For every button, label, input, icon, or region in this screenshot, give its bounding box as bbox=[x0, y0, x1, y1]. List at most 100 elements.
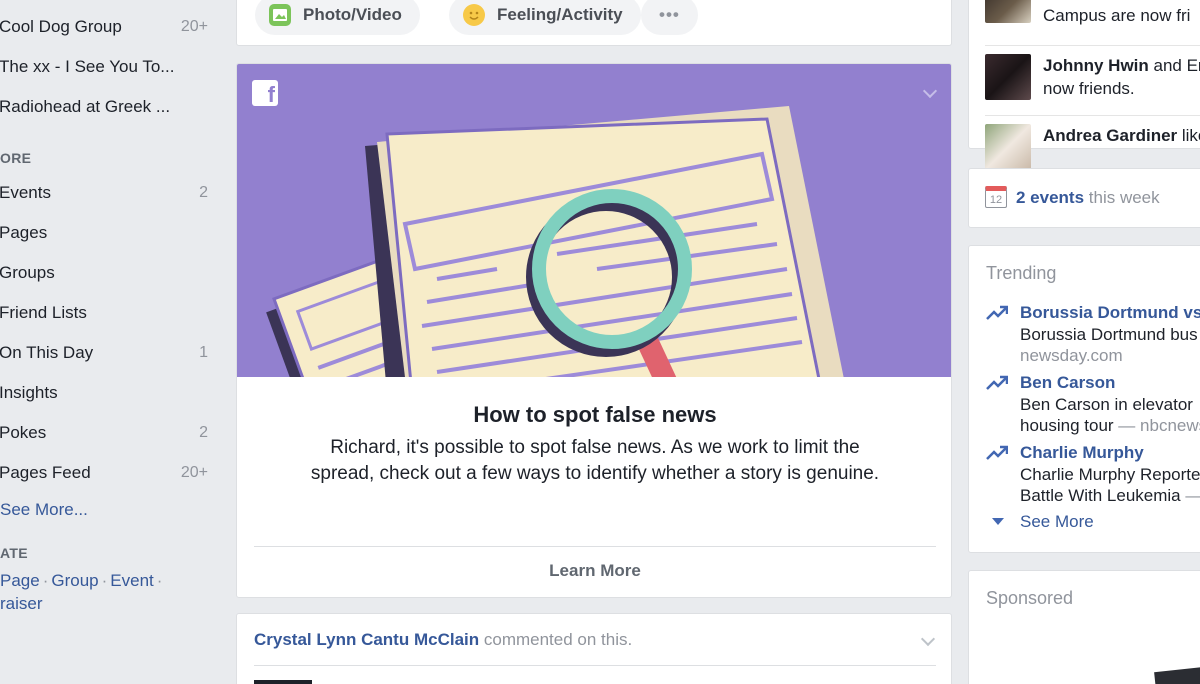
photo-video-label: Photo/Video bbox=[303, 5, 402, 24]
trending-topic[interactable]: Ben Carson bbox=[1020, 373, 1115, 393]
nav-item-pages[interactable]: Pages bbox=[0, 221, 211, 245]
photo-icon bbox=[269, 4, 291, 26]
learn-more-button[interactable]: Learn More bbox=[237, 561, 951, 581]
ticker-card: Campus are now fri Johnny Hwin and Er no… bbox=[968, 0, 1200, 170]
sponsored-heading: Sponsored bbox=[986, 588, 1074, 608]
calendar-icon: 12 bbox=[985, 186, 1007, 208]
ticker-avatar[interactable] bbox=[985, 0, 1031, 23]
hero-illustration: f bbox=[237, 64, 951, 377]
nav-item-insights[interactable]: Insights bbox=[0, 381, 211, 405]
nav-count: 20+ bbox=[180, 464, 208, 481]
events-card[interactable]: 12 2 events this week bbox=[968, 168, 1200, 228]
nav-label: The xx - I See You To... bbox=[0, 57, 175, 76]
nav-count: 20+ bbox=[180, 18, 208, 35]
divider bbox=[985, 115, 1200, 116]
create-page-link[interactable]: Page bbox=[0, 571, 40, 590]
nav-count: 1 bbox=[199, 344, 208, 361]
ticker-text: and Er bbox=[1148, 56, 1200, 75]
see-more-link[interactable]: See More... bbox=[0, 500, 88, 520]
sponsored-card: Sponsored bbox=[968, 570, 1200, 684]
trending-see-more[interactable]: See More bbox=[986, 512, 1094, 532]
false-news-card: f How to spot false news Richard, it's p… bbox=[236, 63, 952, 598]
separator: · bbox=[42, 571, 49, 590]
divider bbox=[254, 665, 936, 666]
nav-label: Insights bbox=[0, 383, 58, 402]
create-heading: ATE bbox=[0, 545, 28, 561]
photo-video-button[interactable]: Photo/Video bbox=[255, 0, 420, 35]
nav-count: 2 bbox=[199, 184, 208, 201]
events-suffix: this week bbox=[1084, 188, 1160, 207]
shortcut-cool-dog-group[interactable]: Cool Dog Group 20+ bbox=[0, 15, 211, 39]
create-group-link[interactable]: Group bbox=[51, 571, 98, 590]
trending-topic[interactable]: Borussia Dortmund vs bbox=[1020, 303, 1200, 323]
create-links: Page · Group · Event · raiser bbox=[0, 569, 165, 615]
trending-desc: Borussia Dortmund bus newsday.com bbox=[1020, 325, 1198, 365]
trending-arrow-icon bbox=[986, 445, 1008, 460]
ticker-row-3[interactable]: Andrea Gardiner like bbox=[1043, 124, 1200, 147]
ticker-avatar[interactable] bbox=[985, 124, 1031, 170]
ticker-row-2[interactable]: Johnny Hwin and Er now friends. bbox=[1043, 54, 1200, 100]
nav-label: Radiohead at Greek ... bbox=[0, 97, 171, 116]
nav-count: 2 bbox=[199, 424, 208, 441]
nav-item-pages-feed[interactable]: Pages Feed 20+ bbox=[0, 461, 211, 485]
nav-label: Pokes bbox=[0, 423, 47, 442]
newspaper-magnifier-illustration bbox=[266, 106, 844, 377]
post-action: commented on this. bbox=[479, 630, 633, 649]
post-media-edge bbox=[254, 680, 312, 684]
create-fundraiser-link[interactable]: raiser bbox=[0, 594, 43, 613]
ticker-text-line2: now friends. bbox=[1043, 79, 1135, 98]
events-text: 2 events this week bbox=[1016, 188, 1160, 208]
nav-label: Pages bbox=[0, 223, 48, 242]
news-title: How to spot false news bbox=[473, 402, 717, 427]
nav-label: Groups bbox=[0, 263, 55, 282]
more-options-button[interactable]: ••• bbox=[641, 0, 698, 35]
shortcut-radiohead[interactable]: Radiohead at Greek ... bbox=[0, 95, 211, 119]
ticker-name: Andrea Gardiner bbox=[1043, 126, 1178, 145]
smiley-icon bbox=[463, 4, 485, 26]
news-body: Richard, it's possible to spot false new… bbox=[310, 437, 880, 484]
nav-label: Pages Feed bbox=[0, 463, 91, 482]
ticker-name: Johnny Hwin bbox=[1043, 56, 1149, 75]
post-header: Crystal Lynn Cantu McClain commented on … bbox=[254, 630, 632, 650]
separator: · bbox=[101, 571, 108, 590]
nav-item-events[interactable]: Events 2 bbox=[0, 181, 211, 205]
shortcut-the-xx[interactable]: The xx - I See You To... bbox=[0, 55, 211, 79]
feeling-activity-label: Feeling/Activity bbox=[497, 5, 623, 24]
trending-arrow-icon bbox=[986, 375, 1008, 390]
nav-label: Cool Dog Group bbox=[0, 17, 122, 36]
nav-label: Events bbox=[0, 183, 51, 202]
divider bbox=[254, 546, 936, 547]
composer-card: Photo/Video Feeling/Activity ••• bbox=[236, 0, 952, 46]
left-sidebar: Cool Dog Group 20+ The xx - I See You To… bbox=[0, 0, 220, 684]
nav-item-groups[interactable]: Groups bbox=[0, 261, 211, 285]
more-icon: ••• bbox=[659, 5, 680, 24]
trending-heading: Trending bbox=[986, 263, 1057, 283]
trending-card: Trending Borussia Dortmund vs Borussia D… bbox=[968, 245, 1200, 553]
events-count-link[interactable]: 2 events bbox=[1016, 188, 1084, 207]
separator: · bbox=[156, 571, 163, 590]
post-author-link[interactable]: Crystal Lynn Cantu McClain bbox=[254, 630, 479, 649]
create-event-link[interactable]: Event bbox=[110, 571, 153, 590]
nav-item-pokes[interactable]: Pokes 2 bbox=[0, 421, 211, 445]
nav-item-on-this-day[interactable]: On This Day 1 bbox=[0, 341, 211, 365]
trending-desc: Charlie Murphy Reporte Battle With Leuke… bbox=[1020, 465, 1200, 505]
explore-heading: ORE bbox=[0, 150, 32, 166]
facebook-logo-icon: f bbox=[252, 80, 278, 107]
nav-item-friend-lists[interactable]: Friend Lists bbox=[0, 301, 211, 325]
chevron-down-icon[interactable] bbox=[920, 631, 936, 647]
ticker-row-1[interactable]: Campus are now fri bbox=[1043, 4, 1190, 27]
trending-source: nbcnews bbox=[1140, 416, 1200, 435]
nav-label: Friend Lists bbox=[0, 303, 87, 322]
trending-arrow-icon bbox=[986, 305, 1008, 320]
nav-label: On This Day bbox=[0, 343, 94, 362]
ticker-avatar[interactable] bbox=[985, 54, 1031, 100]
trending-topic[interactable]: Charlie Murphy bbox=[1020, 443, 1144, 463]
trending-desc: Ben Carson in elevator housing tour — nb… bbox=[1020, 394, 1200, 436]
caret-down-icon bbox=[992, 518, 1004, 525]
feed-post: Crystal Lynn Cantu McClain commented on … bbox=[236, 613, 952, 684]
ticker-text: like bbox=[1181, 126, 1200, 145]
feeling-activity-button[interactable]: Feeling/Activity bbox=[449, 0, 641, 35]
trending-source: newsday.com bbox=[1020, 346, 1123, 365]
divider bbox=[985, 45, 1200, 46]
sponsored-ad-image[interactable] bbox=[1154, 665, 1200, 684]
